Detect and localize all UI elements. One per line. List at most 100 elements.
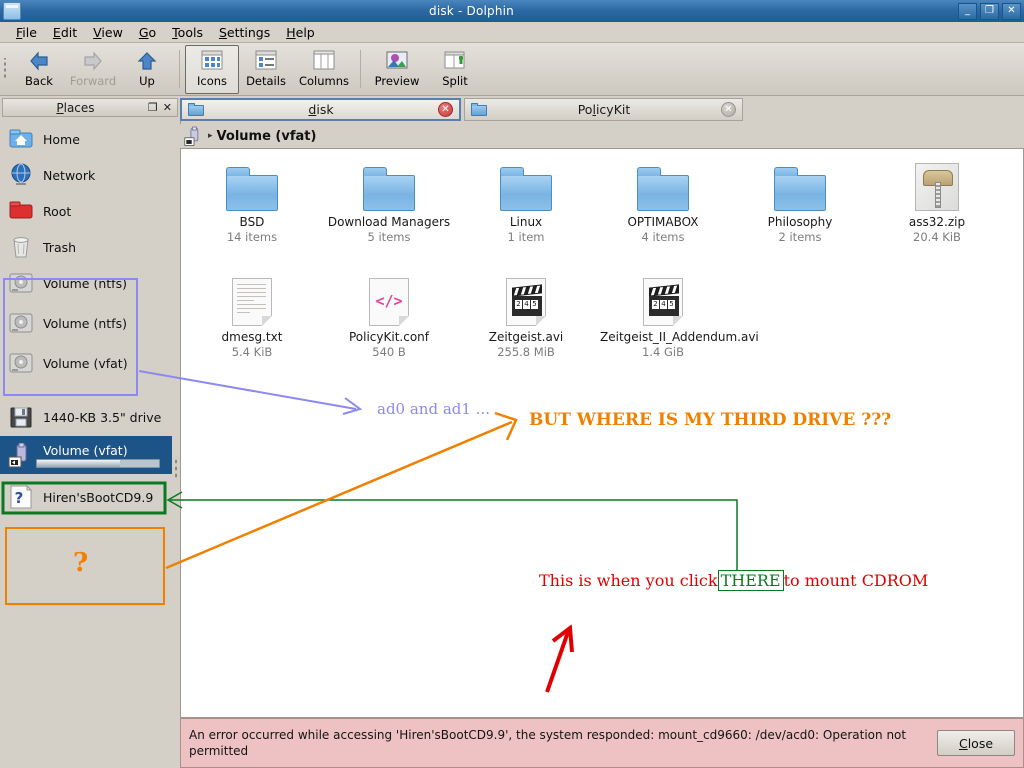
- file-name: ass32.zip: [908, 215, 966, 229]
- places-panel: Home Network Root Trash Volume (ntfs) Vo…: [0, 118, 172, 768]
- sidebar-item-home[interactable]: Home: [4, 122, 168, 156]
- sidebar-item-volume-vfat-1[interactable]: Volume (vfat): [4, 346, 168, 380]
- sidebar-item-floppy-drive[interactable]: 1440-KB 3.5" drive: [4, 400, 168, 434]
- sidebar-item-label: Volume (ntfs): [43, 315, 127, 331]
- trash-bin-icon: [8, 234, 34, 260]
- toolbar-drag-handle[interactable]: [3, 58, 8, 80]
- home-folder-icon: [8, 126, 34, 152]
- menu-file[interactable]: File: [8, 23, 45, 42]
- toolbar-forward-button[interactable]: Forward: [66, 45, 120, 94]
- sidebar-item-label: Volume (vfat): [43, 443, 128, 458]
- toolbar-details-label: Details: [246, 74, 286, 88]
- toolbar-details-view-button[interactable]: Details: [239, 45, 293, 94]
- sidebar-item-trash[interactable]: Trash: [4, 230, 168, 264]
- sidebar-item-volume-vfat-selected[interactable]: Volume (vfat): [0, 436, 172, 474]
- menu-settings[interactable]: Settings: [211, 23, 278, 42]
- breadcrumb-path[interactable]: Volume (vfat): [217, 129, 317, 144]
- tab-disk-close-icon[interactable]: ✕: [438, 102, 453, 117]
- file-detail: 4 items: [641, 230, 685, 244]
- menu-go[interactable]: Go: [131, 23, 164, 42]
- folder-icon: [326, 159, 452, 211]
- file-item[interactable]: Philosophy 2 items: [737, 159, 863, 245]
- error-close-button[interactable]: Close: [937, 730, 1015, 756]
- file-item[interactable]: ass32.zip 20.4 KiB: [874, 159, 1000, 245]
- file-item[interactable]: OPTIMABOX 4 items: [600, 159, 726, 245]
- toolbar-preview-label: Preview: [374, 74, 420, 88]
- sidebar-item-root[interactable]: Root: [4, 194, 168, 228]
- preview-icon: [386, 50, 408, 72]
- file-detail: 255.8 MiB: [497, 345, 555, 359]
- menu-settings-accel: S: [218, 24, 227, 40]
- close-button[interactable]: ✕: [1002, 2, 1021, 20]
- sidebar-item-label: Volume (vfat): [43, 355, 128, 371]
- breadcrumb-separator: ▸: [208, 131, 213, 141]
- sidebar-item-volume-ntfs-2[interactable]: Volume (ntfs): [4, 306, 168, 340]
- sidebar-item-network[interactable]: Network: [4, 158, 168, 192]
- hard-disk-icon: [8, 270, 34, 296]
- file-item[interactable]: 245 Zeitgeist.avi 255.8 MiB: [463, 274, 589, 360]
- error-notification-bar: An error occurred while accessing 'Hiren…: [180, 718, 1024, 768]
- network-globe-icon: [8, 162, 34, 188]
- places-float-button[interactable]: ❐: [148, 102, 158, 113]
- error-message: An error occurred while accessing 'Hiren…: [189, 728, 907, 758]
- toolbar-icons-view-button[interactable]: Icons: [185, 44, 239, 94]
- file-name: Linux: [509, 215, 543, 229]
- menu-tools[interactable]: Tools: [164, 23, 211, 42]
- file-detail: 14 items: [226, 230, 278, 244]
- unknown-media-icon: ?: [8, 484, 34, 510]
- tab-policykit-close-icon[interactable]: ✕: [721, 102, 736, 117]
- toolbar-forward-label: Forward: [69, 74, 117, 88]
- sidebar-item-hirens-bootcd[interactable]: ? Hiren'sBootCD9.9: [4, 480, 168, 514]
- maximize-button[interactable]: ❐: [980, 2, 999, 20]
- folder-icon: [189, 159, 315, 211]
- toolbar-preview-button[interactable]: Preview: [366, 45, 428, 94]
- toolbar-icons-label: Icons: [196, 74, 228, 88]
- tab-policykit-label: PolicyKit: [577, 102, 631, 117]
- file-detail: 5 items: [367, 230, 411, 244]
- file-item[interactable]: Linux 1 item: [463, 159, 589, 245]
- file-item[interactable]: BSD 14 items: [189, 159, 315, 245]
- file-item[interactable]: dmesg.txt 5.4 KiB: [189, 274, 315, 360]
- file-detail: 20.4 KiB: [913, 230, 961, 244]
- sidebar-item-volume-ntfs-1[interactable]: Volume (ntfs): [4, 266, 168, 300]
- file-name: Philosophy: [767, 215, 833, 229]
- annotation-red-note: This is when you click THERE to mount CD…: [539, 570, 928, 591]
- file-detail: 1 item: [507, 230, 545, 244]
- toolbar-separator-1: [179, 50, 180, 88]
- annotation-orange-note: BUT WHERE IS MY THIRD DRIVE ???: [529, 410, 892, 430]
- columns-view-icon: [313, 50, 335, 72]
- toolbar-columns-label: Columns: [298, 74, 350, 88]
- sidebar-item-label: Root: [43, 203, 72, 219]
- tab-policykit[interactable]: PolicyKit ✕: [464, 98, 743, 121]
- minimize-button[interactable]: _: [958, 2, 977, 20]
- file-list-view[interactable]: BSD 14 items Download Managers 5 items L…: [180, 148, 1024, 718]
- file-item[interactable]: Download Managers 5 items: [326, 159, 452, 245]
- toolbar-columns-view-button[interactable]: Columns: [293, 45, 355, 94]
- svg-text:?: ?: [15, 489, 24, 507]
- sidebar-item-label: Trash: [43, 239, 77, 255]
- tab-bar: disk ✕ PolicyKit ✕: [180, 98, 1024, 122]
- file-item[interactable]: </> PolicyKit.conf 540 B: [326, 274, 452, 360]
- toolbar-split-button[interactable]: Split: [428, 45, 482, 94]
- toolbar-back-button[interactable]: Back: [12, 45, 66, 94]
- menu-help[interactable]: Help: [278, 23, 323, 42]
- toolbar-up-button[interactable]: Up: [120, 45, 174, 94]
- menu-view[interactable]: View: [85, 23, 131, 42]
- menu-edit[interactable]: Edit: [45, 23, 85, 42]
- root-folder-icon: [8, 198, 34, 224]
- file-item[interactable]: 245 Zeitgeist_II_Addendum.avi 1.4 GiB: [600, 274, 759, 360]
- usb-drive-icon: [184, 126, 204, 146]
- file-name: PolicyKit.conf: [348, 330, 429, 344]
- file-name: Download Managers: [327, 215, 451, 229]
- hard-disk-icon: [8, 350, 34, 376]
- folder-icon: [737, 159, 863, 211]
- file-detail: 540 B: [372, 345, 406, 359]
- sidebar-item-label: Home: [43, 131, 80, 147]
- archive-zip-icon: [874, 159, 1000, 211]
- menu-edit-accel: E: [52, 24, 61, 40]
- tab-disk[interactable]: disk ✕: [180, 98, 461, 121]
- places-close-button[interactable]: ✕: [163, 102, 172, 113]
- video-file-icon: 245: [600, 274, 726, 326]
- dolphin-window: disk - Dolphin _ ❐ ✕ File Edit View Go T…: [0, 0, 1024, 768]
- sidebar-item-label: 1440-KB 3.5" drive: [43, 409, 162, 425]
